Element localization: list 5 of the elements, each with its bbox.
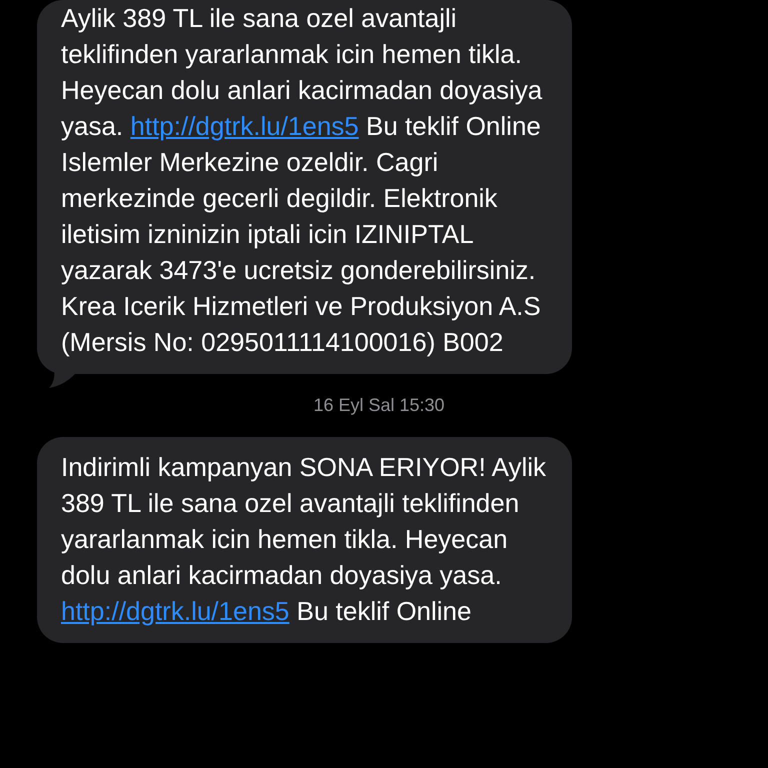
message-text: Indirimli kampanyan SONA ERIYOR! Aylik 389 TL ile sana ozel avantajli teklifinden yararlanmak icin hemen tikla. Heyecan dolu anlari kacirmadan doyasiya yasa. http://dgtrk.lu/1ens5 Bu teklif Online [61, 451, 548, 628]
message-link[interactable]: http://dgtrk.lu/1ens5 [130, 111, 359, 141]
message-text: Aylik 389 TL ile sana ozel avantajli teklifinden yararlanmak icin hemen tikla. Heyecan dolu anlari kacirmadan doyasiya yasa. http://dgtrk.lu/1ens5 Bu teklif Online Islemler Merkezine ozeldir. Cagri merkezinde gecerli degildir. Elektronik iletisim izninizin iptali icin IZINIPTAL yazarak 3473'e ucretsiz gonderebilirsiniz. Krea Icerik Hizmetleri ve Produksiyon A.S (Mersis No: 0295011114100016) B002 [61, 2, 544, 359]
message-timestamp: 16 Eyl Sal 15:30 [313, 394, 445, 417]
message-link[interactable]: http://dgtrk.lu/1ens5 [61, 596, 290, 626]
